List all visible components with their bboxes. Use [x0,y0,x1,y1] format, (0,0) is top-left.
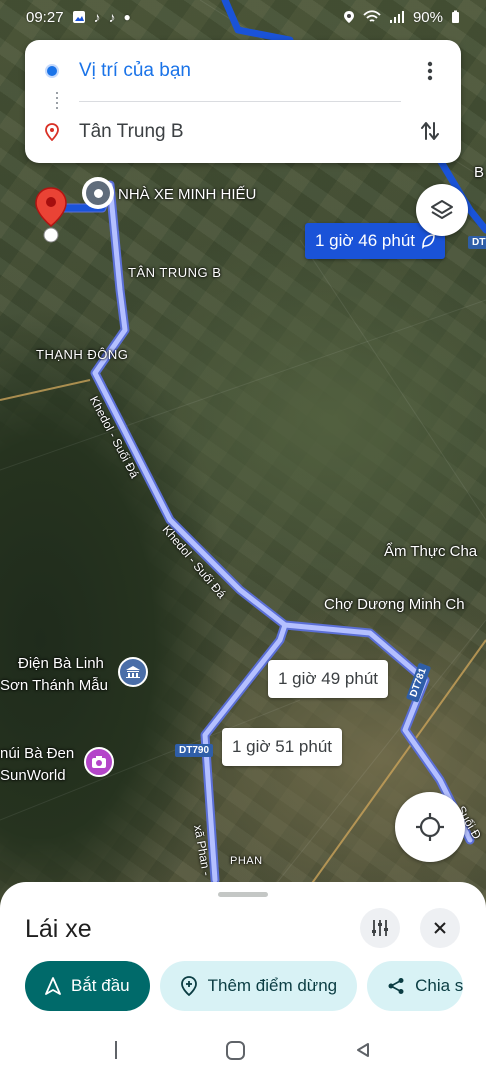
back-icon[interactable] [354,1041,372,1059]
share-button[interactable]: Chia s [367,961,464,1011]
dot-icon: ● [123,10,131,24]
status-bar: 09:27 ♪ ♪ ● 90% [0,0,486,34]
share-icon [388,978,404,994]
tune-icon [372,920,388,936]
place-label-am-thuc[interactable]: Ẩm Thực Cha [384,543,477,560]
layers-button[interactable] [416,184,468,236]
destination-pin-small-icon [45,123,59,141]
destination-text: Tân Trung B [79,121,184,142]
road-badge-dt790: DT790 [175,744,214,757]
road-badge-dt7: DT7 [468,236,486,249]
add-stop-button[interactable]: Thêm điểm dừng [159,961,358,1011]
place-label-cho-duong[interactable]: Chợ Dương Minh Ch [324,596,465,613]
place-label-tan-trung-b: TÂN TRUNG B [128,265,222,280]
location-icon [343,11,354,23]
route-time-primary: 1 giờ 46 phút [315,231,415,250]
tiktok-icon: ♪ [93,9,101,25]
home-icon[interactable] [225,1040,245,1060]
leaf-eco-icon [422,234,435,249]
crosshair-icon [416,813,444,841]
destination-pin-icon[interactable] [34,186,68,249]
temple-icon[interactable] [118,657,148,687]
signal-icon [389,11,404,23]
origin-marker-icon[interactable] [82,177,114,209]
tiktok-icon: ♪ [108,9,116,25]
battery-percent: 90% [412,8,443,26]
route-options-button[interactable] [360,908,400,948]
layers-icon [431,200,453,219]
place-label-thanh-dong: THẠNH ĐÔNG [36,347,129,362]
share-label: Chia s [415,976,464,995]
field-divider [79,101,401,102]
wifi-icon [363,10,381,22]
origin-dot-icon [45,64,59,78]
directions-card: Vị trí của bạn Tân Trung B [25,40,461,163]
place-label-dien-ba-linh-sub[interactable]: Sơn Thánh Mẫu [0,677,108,694]
add-stop-label: Thêm điểm dừng [207,976,338,995]
sheet-title: Lái xe [25,915,92,943]
close-button[interactable] [420,908,460,948]
place-label-sunworld[interactable]: SunWorld [0,767,66,784]
origin-text: Vị trí của bạn [79,60,191,81]
drag-handle[interactable] [218,892,268,897]
place-label-nha-xe[interactable]: NHÀ XE MINH HIẾU [118,186,256,203]
recents-icon[interactable] [114,1041,117,1059]
place-label-nui-ba-den[interactable]: núi Bà Đen [0,745,74,762]
route-chip-alt-2[interactable]: 1 giờ 51 phút [222,728,342,766]
system-nav-bar [0,1020,486,1080]
close-icon [434,922,446,934]
battery-icon [452,10,459,23]
swap-button[interactable] [413,114,447,148]
start-label: Bắt đầu [71,976,130,995]
add-location-icon [180,976,197,996]
route-time-alt-1: 1 giờ 49 phút [278,669,378,688]
image-icon [72,11,85,23]
status-time: 09:27 [26,8,64,26]
origin-field[interactable]: Vị trí của bạn [25,46,461,96]
route-time-alt-2: 1 giờ 51 phút [232,737,332,756]
destination-field[interactable]: Tân Trung B [25,107,461,157]
place-label-b-edge: B [474,164,485,181]
place-label-phan: PHAN [230,855,263,867]
status-right: 90% [343,9,460,26]
my-location-button[interactable] [395,792,465,862]
action-chips: Bắt đầu Thêm điểm dừng Chia s [25,961,464,1011]
place-label-dien-ba-linh[interactable]: Điện Bà Linh [18,655,104,672]
more-vert-icon [427,61,433,81]
route-chip-alt-1[interactable]: 1 giờ 49 phút [268,660,388,698]
start-button[interactable]: Bắt đầu [25,961,150,1011]
status-left: 09:27 ♪ ♪ ● [26,9,131,26]
navigation-arrow-icon [45,977,61,995]
more-options-button[interactable] [413,54,447,88]
swap-vert-icon [421,122,439,140]
attraction-camera-icon[interactable] [84,747,114,777]
